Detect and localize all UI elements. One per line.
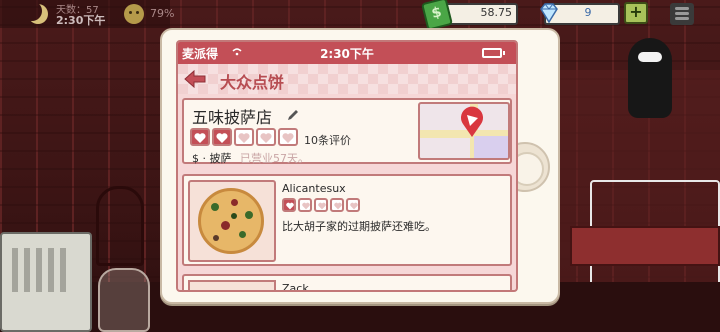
heart-empty-icon <box>234 128 254 146</box>
heart-empty-icon <box>256 128 276 146</box>
heart-empty-icon <box>314 198 328 212</box>
gem-value: 9 <box>584 6 592 19</box>
pizza-image <box>198 188 264 254</box>
dining-table <box>570 226 720 266</box>
heart-filled-icon <box>282 198 296 212</box>
diamond-icon <box>540 3 558 24</box>
hamburger-menu-button[interactable] <box>670 3 694 25</box>
phone-status-bar: 麦派得 2:30下午 <box>178 42 516 64</box>
review-card: Alicantesux 比大胡子家的过期披萨还难吃。 <box>182 174 512 266</box>
heart-empty-icon <box>278 128 298 146</box>
shop-category: $ · 披萨 <box>192 152 232 165</box>
game-time: 2:30下午 <box>56 14 106 27</box>
reviewer-name: Alicantesux <box>282 182 346 195</box>
heart-filled-icon <box>190 128 210 146</box>
review-text: 比大胡子家的过期披萨还难吃。 <box>282 220 436 233</box>
reviewer-name: Zack... <box>282 282 320 292</box>
tip-jar <box>98 268 150 332</box>
back-arrow-icon[interactable] <box>184 70 206 88</box>
shop-rating <box>190 128 298 146</box>
money-value: 58.75 <box>480 6 513 19</box>
buy-gems-button[interactable]: + <box>624 2 648 24</box>
heart-empty-icon <box>298 198 312 212</box>
cat-clock <box>628 38 672 118</box>
chair <box>96 186 144 266</box>
moon-icon <box>28 4 48 24</box>
pencil-icon[interactable] <box>286 108 300 122</box>
phone-screen: 麦派得 2:30下午 大众点饼 五味披萨店 10条评价 $ · 披萨 已营业57… <box>176 40 518 292</box>
customer-mood-icon <box>124 4 144 24</box>
app-header: 大众点饼 <box>178 64 516 94</box>
review-count: 10条评价 <box>304 134 351 147</box>
days-open: 已营业57天。 <box>240 152 309 165</box>
shop-name: 五味披萨店 <box>192 108 273 127</box>
pizza-photo <box>188 280 276 290</box>
cash-register <box>0 232 92 332</box>
map-thumbnail[interactable] <box>418 102 510 160</box>
mood-percent: 79% <box>150 7 175 20</box>
phone-clock: 2:30下午 <box>320 47 374 61</box>
pizza-pin-icon <box>461 106 483 137</box>
heart-filled-icon <box>212 128 232 146</box>
heart-empty-icon <box>330 198 344 212</box>
review-rating <box>282 198 360 212</box>
battery-icon <box>482 48 505 58</box>
review-card: Zack... <box>182 274 512 292</box>
shop-info-card: 五味披萨店 10条评价 $ · 披萨 已营业57天。 <box>182 98 512 165</box>
pizza-photo <box>188 180 276 262</box>
app-title: 大众点饼 <box>220 73 285 92</box>
heart-empty-icon <box>346 198 360 212</box>
